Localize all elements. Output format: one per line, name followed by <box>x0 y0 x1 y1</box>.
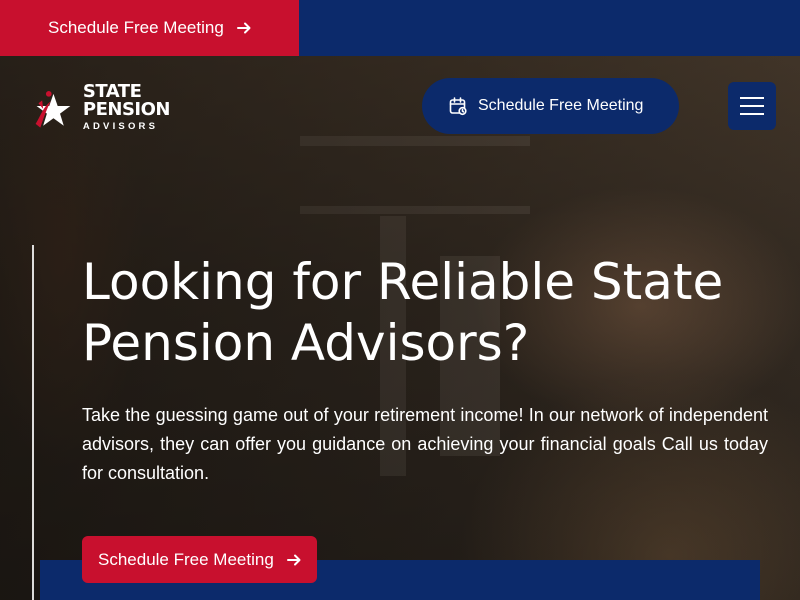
star-logo-icon <box>35 91 71 128</box>
hamburger-menu-button[interactable] <box>728 82 776 130</box>
hero-schedule-button[interactable]: Schedule Free Meeting <box>82 536 317 583</box>
header-schedule-button[interactable]: Schedule Free Meeting <box>422 78 679 134</box>
logo-line-2: PENSION <box>82 98 171 120</box>
hamburger-menu-icon <box>740 113 764 115</box>
hero-description: Take the guessing game out of your retir… <box>82 405 768 483</box>
hero-headline: Looking for Reliable State Pension Advis… <box>82 253 724 372</box>
hamburger-menu-icon <box>740 97 764 99</box>
site-logo[interactable]: STATE PENSION ADVISORS <box>30 78 171 136</box>
logo-wordmark: STATE PENSION ADVISORS <box>82 82 171 132</box>
hamburger-menu-icon <box>740 105 764 107</box>
top-bar: Schedule Free Meeting <box>0 0 800 56</box>
arrow-right-icon <box>236 22 251 34</box>
header-schedule-label: Schedule Free Meeting <box>478 97 644 114</box>
topbar-schedule-label: Schedule Free Meeting <box>48 18 224 37</box>
hero-schedule-label: Schedule Free Meeting <box>98 549 274 569</box>
decorative-vertical-line <box>32 245 34 600</box>
arrow-right-icon <box>286 554 301 565</box>
calendar-icon <box>449 97 467 116</box>
topbar-schedule-button[interactable]: Schedule Free Meeting <box>0 0 299 56</box>
logo-line-3: ADVISORS <box>82 120 159 132</box>
